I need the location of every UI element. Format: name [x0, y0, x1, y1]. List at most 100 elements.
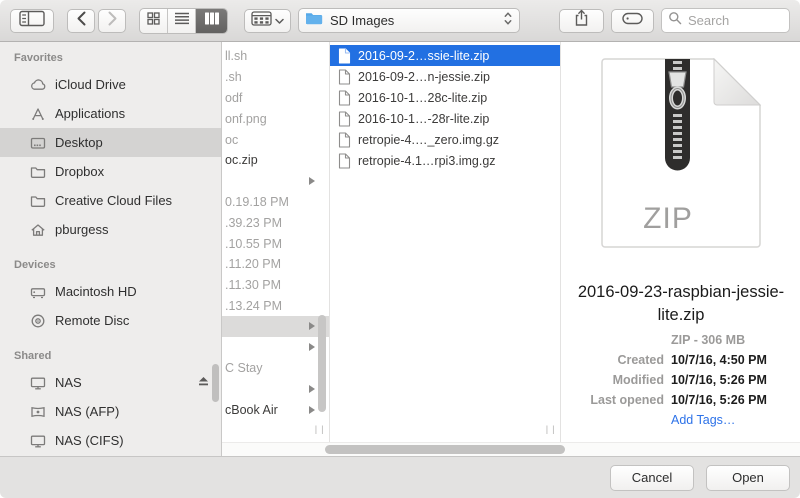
sidebar-toggle-icon — [19, 10, 45, 32]
file-row[interactable]: retropie-4.1…rpi3.img.gz — [330, 150, 560, 171]
tag-button[interactable] — [611, 9, 654, 33]
parent-column-row[interactable]: cBook Air — [222, 400, 329, 421]
parent-column-row[interactable]: .sh — [222, 67, 329, 88]
sidebar-item-dropbox[interactable]: Dropbox — [0, 157, 221, 186]
metadata-label: Last opened — [562, 393, 671, 407]
sidebar-item-desktop[interactable]: Desktop — [0, 128, 221, 157]
file-name: 2016-09-2…ssie-lite.zip — [358, 49, 489, 63]
sidebar-item-label: Desktop — [55, 135, 103, 150]
share-button[interactable] — [559, 9, 604, 33]
add-tags-link[interactable]: Add Tags… — [671, 413, 735, 427]
preview-pane: ZIP 2016-09-23-raspbian-jessie-lite.zip … — [562, 42, 800, 443]
metadata-row: Modified 10/7/16, 5:26 PM — [562, 370, 800, 390]
icon-view-button[interactable] — [140, 9, 168, 33]
eject-icon[interactable] — [197, 375, 210, 390]
parent-column-scrollbar[interactable] — [318, 315, 326, 412]
search-input[interactable] — [686, 12, 783, 29]
add-tags-row: Add Tags… — [562, 410, 800, 430]
location-popup[interactable]: SD Images — [298, 8, 520, 33]
disclosure-arrow-icon — [309, 177, 315, 185]
desktop-icon — [28, 133, 47, 152]
sidebar-item-nas[interactable]: NAS — [0, 368, 221, 397]
metadata-value: 10/7/16, 4:50 PM — [671, 353, 767, 367]
zip-file-icon: ZIP — [601, 58, 761, 248]
file-row[interactable]: retropie-4.…_zero.img.gz — [330, 129, 560, 150]
sidebar-item-icloud-drive[interactable]: iCloud Drive — [0, 70, 221, 99]
sidebar-item-label: Remote Disc — [55, 313, 129, 328]
document-icon — [338, 153, 351, 169]
folder-icon — [28, 162, 47, 181]
parent-column-row[interactable] — [222, 316, 329, 337]
sidebar-item-nas-afp-[interactable]: NAS (AFP) — [0, 397, 221, 426]
sidebar-item-pburgess[interactable]: pburgess — [0, 215, 221, 244]
file-row[interactable]: 2016-10-1…28c-lite.zip — [330, 87, 560, 108]
sidebar-section-header: Devices — [0, 253, 221, 277]
parent-column-row[interactable]: .39.23 PM — [222, 212, 329, 233]
disclosure-arrow-icon — [309, 406, 315, 414]
arrange-button[interactable] — [244, 9, 291, 33]
document-icon — [338, 90, 351, 106]
parent-column-row[interactable]: odf — [222, 88, 329, 109]
parent-column-row-label: odf — [225, 91, 242, 105]
column-resize-handle[interactable]: || — [313, 425, 326, 435]
parent-column-row[interactable]: onf.png — [222, 108, 329, 129]
horizontal-scrollbar-thumb[interactable] — [325, 445, 565, 454]
parent-column-row[interactable]: .11.30 PM — [222, 275, 329, 296]
list-view-button[interactable] — [168, 9, 196, 33]
file-name: 2016-10-1…28c-lite.zip — [358, 91, 487, 105]
preview-filename: 2016-09-23-raspbian-jessie-lite.zip — [566, 281, 796, 327]
file-row[interactable]: 2016-10-1…-28r-lite.zip — [330, 108, 560, 129]
open-button[interactable]: Open — [706, 465, 790, 491]
parent-column-row[interactable]: oc — [222, 129, 329, 150]
popup-chevrons-icon — [503, 10, 513, 32]
metadata-value: 10/7/16, 5:26 PM — [671, 373, 767, 387]
column-resize-handle[interactable]: || — [544, 425, 557, 435]
parent-column-row[interactable] — [222, 337, 329, 358]
parent-column-row-label: oc — [225, 133, 238, 147]
parent-column-row[interactable]: .10.55 PM — [222, 233, 329, 254]
parent-column-row[interactable]: .13.24 PM — [222, 296, 329, 317]
parent-column-row[interactable]: ll.sh — [222, 46, 329, 67]
parent-column-row[interactable] — [222, 171, 329, 192]
forward-button[interactable] — [98, 9, 126, 33]
display-icon — [28, 431, 47, 450]
forward-icon — [107, 11, 118, 31]
search-field[interactable] — [661, 8, 790, 33]
parent-column-row[interactable]: oc.zip — [222, 150, 329, 171]
sidebar-item-applications[interactable]: Applications — [0, 99, 221, 128]
document-icon — [338, 69, 351, 85]
column-view-button[interactable] — [196, 9, 227, 33]
sidebar-scrollbar[interactable] — [212, 364, 219, 402]
column-browser: ll.sh .sh odf onf.png oc oc.zip 0.19.18 … — [222, 42, 800, 456]
share-icon — [574, 9, 589, 32]
cloud-icon — [28, 75, 47, 94]
parent-column-row[interactable] — [222, 379, 329, 400]
zip-icon-label: ZIP — [601, 202, 735, 236]
home-icon — [28, 220, 47, 239]
document-icon — [338, 48, 351, 64]
sidebar-toggle-button[interactable] — [10, 9, 54, 33]
cancel-button[interactable]: Cancel — [610, 465, 694, 491]
file-column: 2016-09-2…ssie-lite.zip 2016-09-2…n-jess… — [330, 42, 561, 443]
sidebar-section-header: Shared — [0, 344, 221, 368]
sidebar-item-creative-cloud-files[interactable]: Creative Cloud Files — [0, 186, 221, 215]
parent-column-row[interactable]: .11.20 PM — [222, 254, 329, 275]
parent-column-row-label: .13.24 PM — [225, 299, 282, 313]
parent-column-row[interactable]: C Stay — [222, 358, 329, 379]
preview-metadata: ZIP - 306 MB Created 10/7/16, 4:50 PM Mo… — [562, 330, 800, 430]
dialog-footer: Cancel Open — [0, 456, 800, 498]
sidebar-item-nas-cifs-[interactable]: NAS (CIFS) — [0, 426, 221, 455]
sidebar-item-label: Macintosh HD — [55, 284, 137, 299]
disclosure-arrow-icon — [309, 322, 315, 330]
back-button[interactable] — [67, 9, 95, 33]
file-name: 2016-09-2…n-jessie.zip — [358, 70, 490, 84]
file-name: retropie-4.1…rpi3.img.gz — [358, 154, 496, 168]
tag-icon — [622, 12, 643, 30]
file-row[interactable]: 2016-09-2…ssie-lite.zip — [330, 45, 560, 66]
metadata-label: Created — [562, 353, 671, 367]
sidebar-item-remote-disc[interactable]: Remote Disc — [0, 306, 221, 335]
folder-icon — [28, 191, 47, 210]
file-row[interactable]: 2016-09-2…n-jessie.zip — [330, 66, 560, 87]
sidebar-item-macintosh-hd[interactable]: Macintosh HD — [0, 277, 221, 306]
parent-column-row[interactable]: 0.19.18 PM — [222, 192, 329, 213]
